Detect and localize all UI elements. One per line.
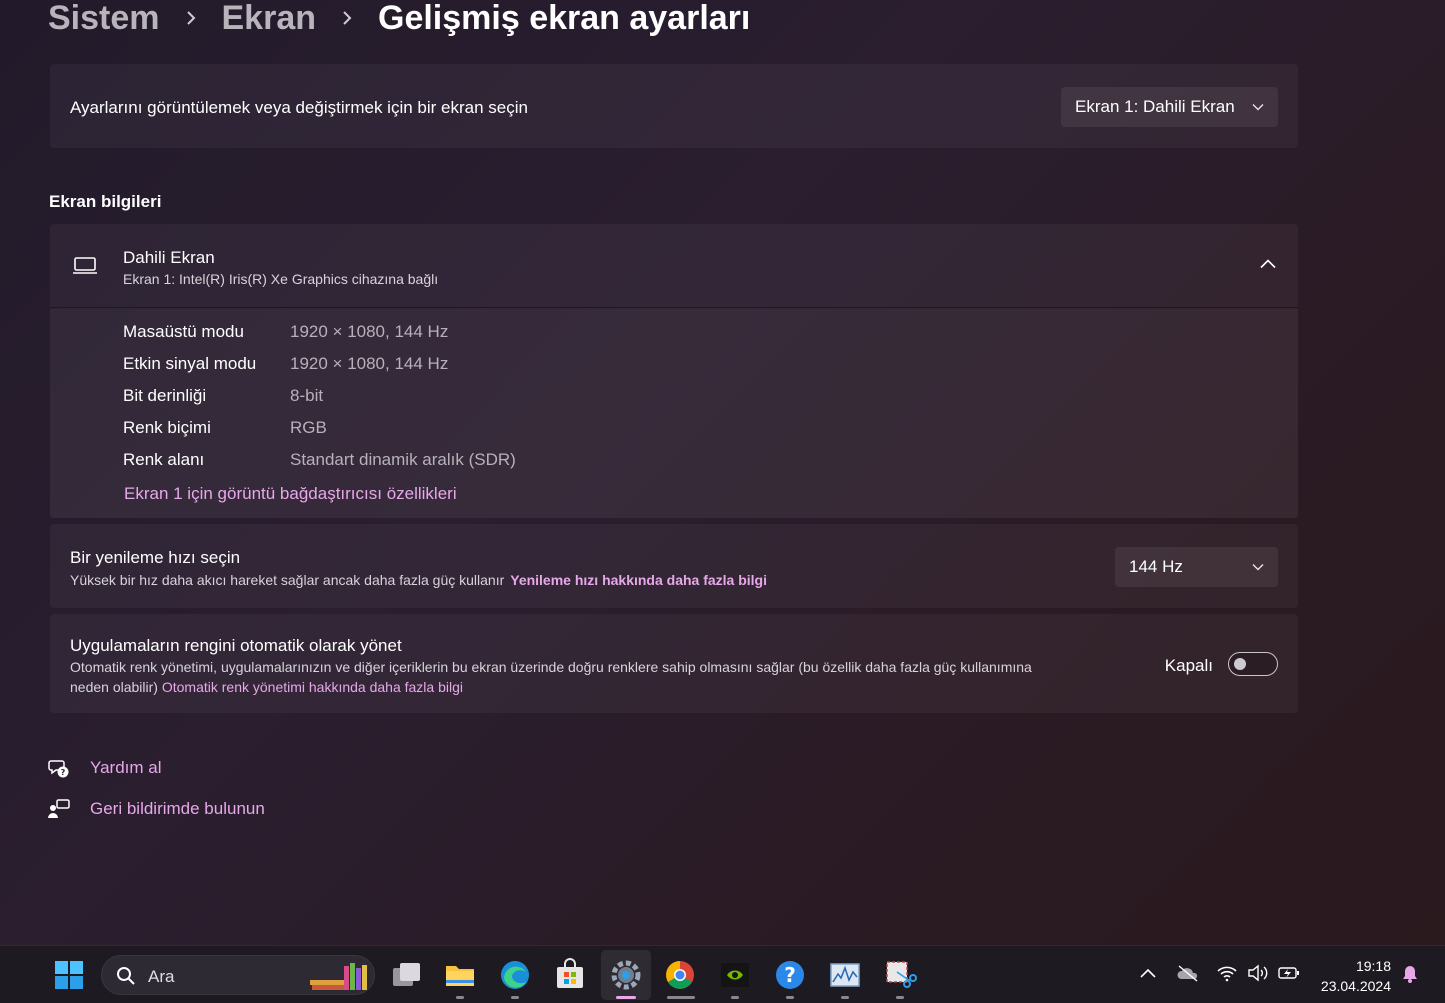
active-indicator (616, 996, 636, 999)
svg-text:?: ? (61, 768, 66, 777)
volume-icon[interactable] (1247, 964, 1269, 982)
display-name: Dahili Ekran (123, 248, 215, 267)
help-chat-icon: ? (48, 760, 69, 778)
nvidia-icon[interactable] (718, 958, 752, 992)
taskbar-clock[interactable]: 19:18 23.04.2024 (1321, 956, 1391, 996)
task-view-icon[interactable] (389, 958, 423, 992)
auto-color-toggle[interactable] (1228, 652, 1278, 676)
property-row: Renk alanı Standart dinamik aralık (SDR) (123, 450, 516, 474)
toggle-knob (1234, 658, 1246, 670)
feedback-label: Geri bildirimde bulunun (90, 799, 265, 818)
settings-gear-icon[interactable] (609, 958, 643, 992)
refresh-rate-info-link[interactable]: Yenileme hızı hakkında daha fazla bilgi (510, 572, 767, 588)
refresh-rate-title: Bir yenileme hızı seçin (70, 548, 241, 567)
breadcrumb-ekran[interactable]: Ekran (222, 0, 317, 38)
running-indicator (667, 996, 695, 999)
refresh-rate-description: Yüksek bir hız daha akıcı hareket sağlar… (70, 570, 767, 590)
snipping-tool-icon[interactable] (883, 958, 917, 992)
refresh-rate-card: Bir yenileme hızı seçin Yüksek bir hız d… (50, 524, 1298, 608)
display-info-header[interactable]: Dahili Ekran Ekran 1: Intel(R) Iris(R) X… (50, 224, 1298, 308)
notification-bell-icon[interactable] (1401, 964, 1419, 984)
taskbar: Ara ? 19:18 23.04.2024 (0, 945, 1445, 1003)
get-help-link[interactable]: ? Yardım al (48, 757, 162, 779)
feedback-link[interactable]: Geri bildirimde bulunun (48, 798, 265, 820)
running-indicator (731, 996, 739, 999)
property-label: Masaüstü modu (123, 322, 244, 341)
auto-color-title: Uygulamaların rengini otomatik olarak yö… (70, 636, 402, 655)
adapter-properties-link[interactable]: Ekran 1 için görüntü bağdaştırıcısı özel… (124, 484, 457, 504)
property-value: RGB (290, 418, 327, 437)
chrome-icon[interactable] (663, 958, 697, 992)
property-label: Etkin sinyal modu (123, 354, 257, 373)
page-title: Gelişmiş ekran ayarları (378, 0, 751, 37)
auto-color-desc-line1: Otomatik renk yönetimi, uygulamalarınızı… (70, 659, 1032, 675)
property-value: 1920 × 1080, 144 Hz (290, 354, 449, 373)
running-indicator (511, 996, 519, 999)
chevron-up-icon[interactable] (1260, 259, 1276, 269)
auto-color-info-link[interactable]: Otomatik renk yönetimi hakkında daha faz… (162, 679, 463, 695)
auto-color-desc-line2: neden olabilir) (70, 679, 158, 695)
property-row: Bit derinliği 8-bit (123, 386, 323, 410)
display-selector-card: Ayarlarını görüntülemek veya değiştirmek… (50, 64, 1298, 148)
breadcrumb-sistem[interactable]: Sistem (48, 0, 160, 38)
property-label: Bit derinliği (123, 386, 207, 405)
svg-text:?: ? (784, 963, 796, 987)
refresh-rate-value: 144 Hz (1129, 557, 1183, 576)
resource-monitor-icon[interactable] (828, 958, 862, 992)
display-selector-label: Ayarlarını görüntülemek veya değiştirmek… (70, 98, 528, 117)
edge-icon[interactable] (498, 958, 532, 992)
laptop-icon (73, 257, 97, 274)
auto-color-description: Otomatik renk yönetimi, uygulamalarınızı… (70, 657, 1140, 697)
chevron-down-icon (1252, 104, 1264, 111)
property-label: Renk alanı (123, 450, 205, 469)
wifi-icon[interactable] (1216, 964, 1238, 982)
battery-charging-icon[interactable] (1277, 965, 1301, 981)
chevron-right-icon (342, 10, 352, 26)
display-info-body: Masaüstü modu 1920 × 1080, 144 Hz Etkin … (50, 309, 1298, 518)
property-row: Masaüstü modu 1920 × 1080, 144 Hz (123, 322, 448, 346)
search-icon (117, 967, 135, 985)
running-indicator (786, 996, 794, 999)
breadcrumb: Sistem Ekran Gelişmiş ekran ayarları (48, 0, 750, 40)
property-row: Renk biçimi RGB (123, 418, 327, 442)
chevron-right-icon (186, 10, 196, 26)
display-select-dropdown[interactable]: Ekran 1: Dahili Ekran (1061, 87, 1278, 127)
running-indicator (841, 996, 849, 999)
property-value: 8-bit (290, 386, 324, 405)
clock-time: 19:18 (1355, 958, 1391, 974)
property-row: Etkin sinyal modu 1920 × 1080, 144 Hz (123, 354, 448, 378)
display-adapter-text: Ekran 1: Intel(R) Iris(R) Xe Graphics ci… (123, 271, 439, 287)
running-indicator (456, 996, 464, 999)
books-icon (310, 963, 367, 990)
chevron-down-icon (1252, 564, 1264, 571)
auto-color-card: Uygulamaların rengini otomatik olarak yö… (50, 614, 1298, 713)
section-title-display-info: Ekran bilgileri (49, 192, 162, 211)
refresh-rate-desc-text: Yüksek bir hız daha akıcı hareket sağlar… (70, 572, 505, 588)
display-info-card: Dahili Ekran Ekran 1: Intel(R) Iris(R) X… (50, 224, 1298, 518)
property-value: 1920 × 1080, 144 Hz (290, 322, 449, 341)
chevron-up-icon[interactable] (1139, 967, 1157, 979)
get-help-label: Yardım al (90, 758, 162, 777)
microsoft-store-icon[interactable] (553, 958, 587, 992)
windows-start-icon[interactable] (52, 958, 86, 992)
taskbar-search-box[interactable]: Ara (101, 955, 375, 995)
toggle-state-label: Kapalı (1164, 656, 1213, 675)
get-help-app-icon[interactable]: ? (773, 958, 807, 992)
file-explorer-icon[interactable] (443, 958, 477, 992)
property-label: Renk biçimi (123, 418, 211, 437)
property-value: Standart dinamik aralık (SDR) (290, 450, 516, 469)
refresh-rate-dropdown[interactable]: 144 Hz (1115, 547, 1278, 587)
onedrive-offline-icon[interactable] (1176, 964, 1200, 982)
clock-date: 23.04.2024 (1320, 978, 1391, 994)
running-indicator (896, 996, 904, 999)
search-placeholder: Ara (148, 967, 175, 986)
display-select-value: Ekran 1: Dahili Ekran (1075, 97, 1235, 116)
feedback-icon (48, 799, 70, 818)
